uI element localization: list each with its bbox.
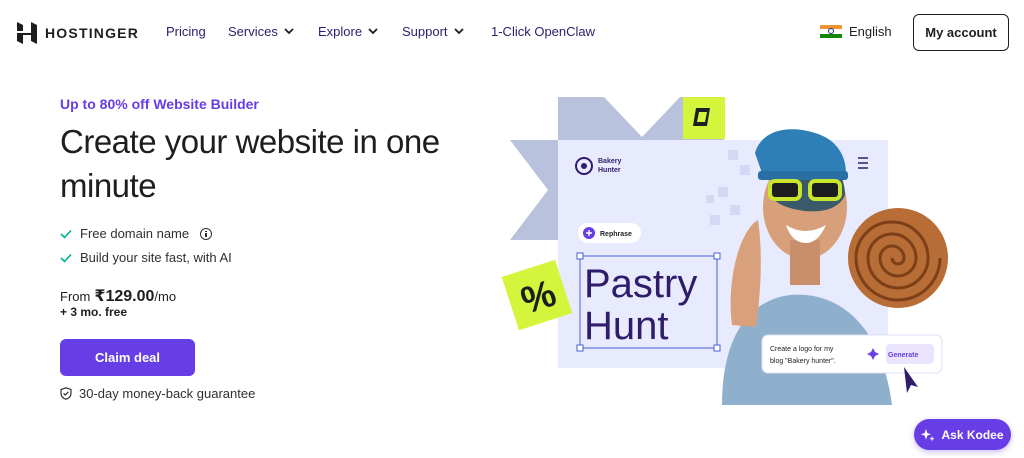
nav-services[interactable]: Services [228, 24, 294, 39]
feature-item: Build your site fast, with AI [60, 250, 232, 265]
guarantee: 30-day money-back guarantee [60, 386, 255, 401]
feature-item: Free domain name [60, 226, 213, 241]
chevron-down-icon [368, 28, 378, 35]
rephrase-label: Rephrase [600, 231, 632, 238]
bonus-text: + 3 mo. free [60, 305, 128, 319]
claim-deal-button[interactable]: Claim deal [60, 339, 195, 376]
hero-word-1: Pastry [584, 262, 697, 306]
chevron-down-icon [453, 28, 464, 35]
generate-label: Generate [888, 352, 918, 359]
hero-headline: Create your website in one minute [60, 123, 440, 204]
top-navigation: HOSTINGER Pricing Services Explore Suppo… [0, 0, 1024, 64]
hero-illustration: Bakery Hunter Rephrase Pastry Hunt % Cre… [501, 97, 948, 405]
prompt-line2: blog "Bakery hunter". [770, 358, 836, 365]
brand-logo[interactable]: HOSTINGER [17, 22, 139, 44]
chevron-down-icon [284, 28, 294, 35]
info-icon[interactable] [200, 227, 213, 240]
nav-explore[interactable]: Explore [318, 24, 378, 39]
nav-explore-label: Explore [318, 24, 363, 39]
nav-pricing-label: Pricing [166, 24, 206, 39]
feature-label: Build your site fast, with AI [80, 250, 232, 265]
feature-label: Free domain name [80, 226, 190, 241]
hero-word-2: Hunt [584, 304, 669, 348]
price: From ₹129.00/mo [60, 286, 176, 306]
nav-openclaw-label: 1-Click OpenClaw [491, 24, 596, 39]
india-flag-icon [820, 24, 842, 39]
brand-name: HOSTINGER [45, 25, 140, 41]
ask-kodee-label: Ask Kodee [941, 427, 1004, 442]
ask-kodee-button[interactable]: Ask Kodee [914, 419, 1011, 450]
language-selector[interactable]: English [820, 24, 892, 39]
cinnamon-roll-illustration [848, 208, 948, 308]
bg-shape [510, 140, 558, 240]
my-account-button[interactable]: My account [913, 14, 1009, 51]
logo-tile [683, 97, 725, 139]
nav-pricing[interactable]: Pricing [166, 24, 206, 39]
site-name-line1: Bakery [598, 158, 621, 165]
prompt-line1: Create a logo for my [770, 346, 834, 353]
price-suffix: /mo [154, 289, 177, 304]
nav-openclaw[interactable]: 1-Click OpenClaw [491, 24, 595, 39]
promo-text: Up to 80% off Website Builder [60, 96, 259, 112]
check-icon [60, 253, 72, 263]
price-prefix: From [60, 289, 91, 304]
kodee-sparkle-icon [921, 428, 936, 441]
price-amount: ₹129.00 [94, 288, 155, 305]
hostinger-logo-icon [17, 22, 37, 44]
nav-support-label: Support [402, 24, 448, 39]
language-label: English [849, 24, 892, 39]
nav-support[interactable]: Support [402, 24, 464, 39]
check-icon [60, 229, 72, 239]
nav-services-label: Services [228, 24, 278, 39]
guarantee-label: 30-day money-back guarantee [79, 386, 256, 401]
site-name-line2: Hunter [598, 167, 621, 174]
shield-check-icon [60, 387, 72, 400]
